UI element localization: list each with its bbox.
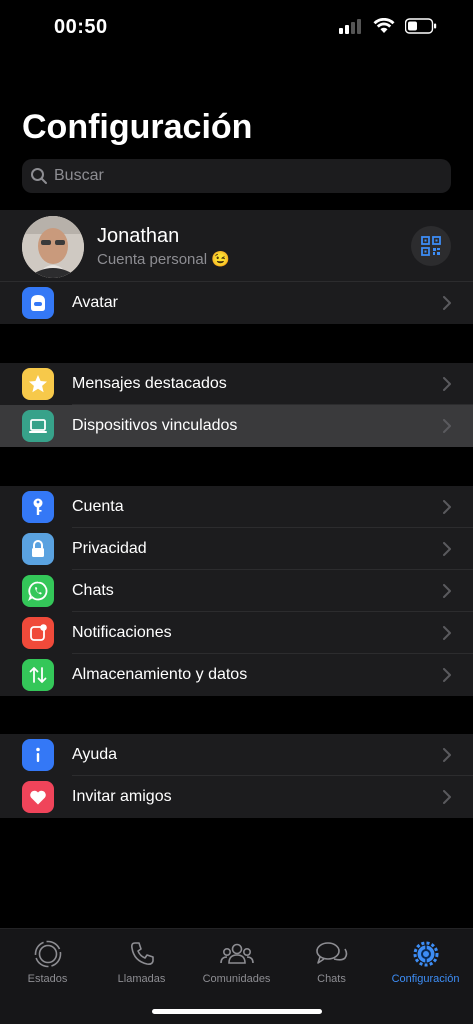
chats-label: Chats bbox=[72, 582, 114, 599]
main-settings-group: Cuenta Privacidad Chats Notificaciones A… bbox=[0, 486, 473, 696]
info-icon bbox=[22, 739, 54, 771]
notifications-label: Notificaciones bbox=[72, 624, 172, 641]
heart-icon bbox=[22, 781, 54, 813]
chevron-right-icon bbox=[443, 584, 451, 598]
settings-row-starred[interactable]: Mensajes destacados bbox=[0, 363, 473, 405]
help-label: Ayuda bbox=[72, 746, 118, 763]
chevron-right-icon bbox=[443, 419, 451, 433]
chevron-right-icon bbox=[443, 542, 451, 556]
status-ring-icon bbox=[34, 940, 61, 968]
profile-name: Jonathan bbox=[97, 225, 180, 247]
notification-icon bbox=[22, 617, 54, 649]
avatar-icon bbox=[22, 287, 54, 319]
storage-label: Almacenamiento y datos bbox=[72, 666, 248, 683]
chevron-right-icon bbox=[443, 748, 451, 762]
avatar[interactable] bbox=[22, 216, 84, 278]
settings-row-storage[interactable]: Almacenamiento y datos bbox=[0, 654, 473, 696]
status-bar: 00:50 bbox=[0, 0, 473, 56]
tab-configuracion-label: Configuración bbox=[391, 973, 460, 985]
settings-row-devices[interactable]: Dispositivos vinculados bbox=[0, 405, 473, 447]
wifi-icon bbox=[373, 18, 395, 33]
cellular-signal-icon bbox=[339, 19, 361, 34]
profile-group: Jonathan Cuenta personal 😉 Avatar bbox=[0, 210, 473, 324]
search-placeholder: Buscar bbox=[54, 167, 104, 184]
key-icon bbox=[22, 491, 54, 523]
help-group: Ayuda Invitar amigos bbox=[0, 734, 473, 818]
starred-devices-group: Mensajes destacados Dispositivos vincula… bbox=[0, 363, 473, 447]
chevron-right-icon bbox=[443, 500, 451, 514]
page-title: Configuración bbox=[22, 108, 253, 146]
profile-subtitle-text: Cuenta personal bbox=[97, 251, 208, 268]
settings-row-account[interactable]: Cuenta bbox=[0, 486, 473, 528]
chevron-right-icon bbox=[443, 626, 451, 640]
tab-chats-label: Chats bbox=[317, 973, 346, 985]
settings-row-notifications[interactable]: Notificaciones bbox=[0, 612, 473, 654]
settings-row-invite[interactable]: Invitar amigos bbox=[0, 776, 473, 818]
battery-icon bbox=[405, 18, 437, 34]
tab-comunidades[interactable]: Comunidades bbox=[189, 939, 284, 985]
qr-code-icon bbox=[421, 236, 441, 256]
tab-estados-label: Estados bbox=[27, 973, 68, 985]
status-time: 00:50 bbox=[54, 16, 108, 38]
wink-emoji: 😉 bbox=[211, 251, 230, 268]
home-indicator bbox=[152, 1009, 322, 1014]
invite-label: Invitar amigos bbox=[72, 788, 172, 805]
profile-row[interactable]: Jonathan Cuenta personal 😉 bbox=[0, 210, 473, 282]
chevron-right-icon bbox=[443, 296, 451, 310]
whatsapp-icon bbox=[22, 575, 54, 607]
chevron-right-icon bbox=[443, 668, 451, 682]
settings-row-privacy[interactable]: Privacidad bbox=[0, 528, 473, 570]
settings-row-help[interactable]: Ayuda bbox=[0, 734, 473, 776]
status-icons bbox=[339, 18, 437, 34]
tab-chats[interactable]: Chats bbox=[284, 939, 379, 985]
storage-arrows-icon bbox=[22, 659, 54, 691]
settings-row-chats[interactable]: Chats bbox=[0, 570, 473, 612]
lock-icon bbox=[22, 533, 54, 565]
privacy-label: Privacidad bbox=[72, 540, 147, 557]
account-label: Cuenta bbox=[72, 498, 124, 515]
tab-llamadas-label: Llamadas bbox=[117, 973, 166, 985]
tab-llamadas[interactable]: Llamadas bbox=[94, 939, 189, 985]
settings-row-avatar[interactable]: Avatar bbox=[0, 282, 473, 324]
phone-icon bbox=[130, 942, 154, 965]
communities-icon bbox=[219, 943, 254, 964]
chevron-right-icon bbox=[443, 377, 451, 391]
chevron-right-icon bbox=[443, 790, 451, 804]
settings-gear-icon bbox=[413, 941, 438, 967]
devices-label: Dispositivos vinculados bbox=[72, 417, 238, 434]
qr-code-button[interactable] bbox=[411, 226, 451, 266]
tab-estados[interactable]: Estados bbox=[0, 939, 95, 985]
avatar-label: Avatar bbox=[72, 294, 118, 311]
profile-subtitle: Cuenta personal 😉 bbox=[97, 250, 230, 268]
search-input[interactable]: Buscar bbox=[22, 159, 451, 193]
tab-comunidades-label: Comunidades bbox=[202, 973, 271, 985]
search-icon bbox=[31, 168, 47, 184]
laptop-icon bbox=[22, 410, 54, 442]
star-icon bbox=[22, 368, 54, 400]
tab-configuracion[interactable]: Configuración bbox=[378, 939, 473, 985]
chat-bubbles-icon bbox=[315, 942, 347, 964]
starred-label: Mensajes destacados bbox=[72, 375, 227, 392]
